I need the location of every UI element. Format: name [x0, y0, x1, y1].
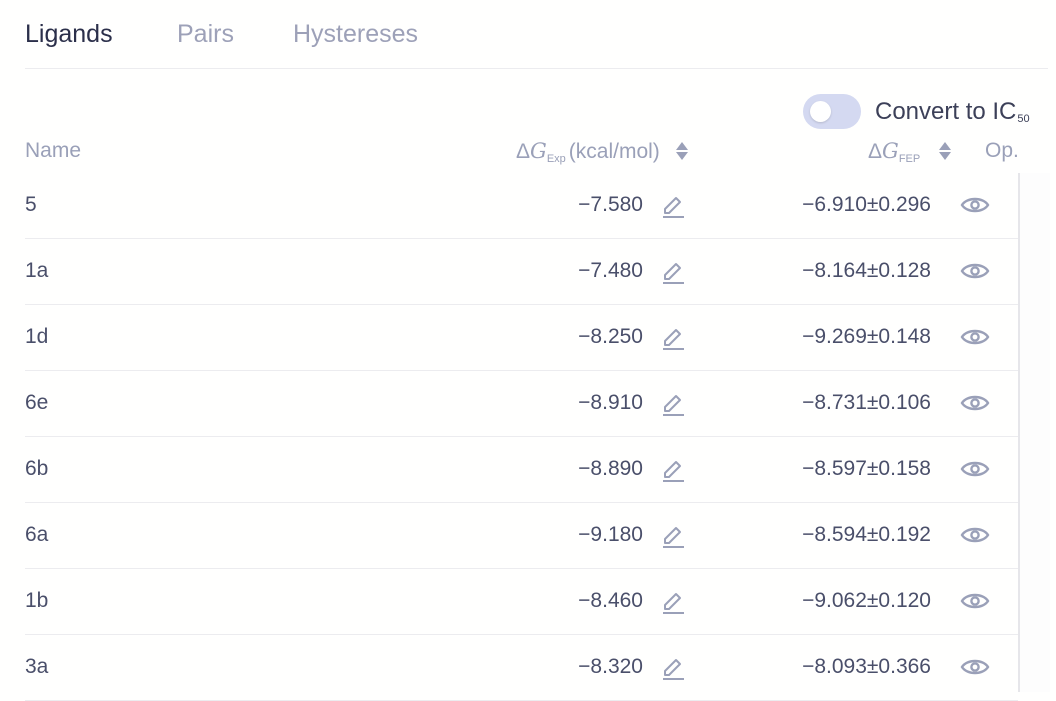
eye-icon[interactable]: [960, 195, 990, 221]
ligand-table: 5 −7.580 −6.910±0.296 1a −7.480 −8.164±0…: [25, 173, 1018, 701]
ligand-name: 1b: [25, 589, 49, 612]
fep-dg-value: −6.910±0.296: [802, 193, 931, 216]
exp-dg-value: −9.180: [578, 523, 643, 546]
column-header-exp[interactable]: ΔGExp (kcal/mol): [516, 139, 688, 165]
exp-dg-value: −8.250: [578, 325, 643, 348]
table-row: 6e −8.910 −8.731±0.106: [25, 371, 1018, 437]
ligand-name: 6b: [25, 457, 49, 480]
fep-dg-value: −8.164±0.128: [802, 259, 931, 282]
convert-ic50-control: Convert to IC50: [803, 94, 1030, 129]
tab-bar: Ligands Pairs Hystereses: [25, 0, 1048, 69]
exp-dg-value: −8.320: [578, 655, 643, 678]
column-header-name: Name: [25, 139, 82, 162]
table-row: 1a −7.480 −8.164±0.128: [25, 239, 1018, 305]
column-header-fep[interactable]: ΔGFEP: [868, 139, 952, 165]
eye-icon[interactable]: [960, 459, 990, 485]
eye-icon[interactable]: [960, 261, 990, 287]
table-scrollbar[interactable]: [1018, 173, 1050, 692]
fep-dg-value: −8.597±0.158: [802, 457, 931, 480]
exp-dg-value: −8.890: [578, 457, 643, 480]
table-header: Name ΔGExp (kcal/mol) ΔGFEP Op.: [25, 137, 1025, 169]
table-row: 1b −8.460 −9.062±0.120: [25, 569, 1018, 635]
table-row: 6b −8.890 −8.597±0.158: [25, 437, 1018, 503]
eye-icon[interactable]: [960, 591, 990, 617]
exp-dg-value: −7.480: [578, 259, 643, 282]
exp-dg-value: −7.580: [578, 193, 643, 216]
column-header-op: Op.: [985, 139, 1019, 162]
pencil-icon[interactable]: [660, 456, 686, 488]
ligand-name: 5: [25, 193, 37, 216]
tab-pairs[interactable]: Pairs: [177, 20, 234, 49]
pencil-icon[interactable]: [660, 258, 686, 290]
table-row: 6a −9.180 −8.594±0.192: [25, 503, 1018, 569]
eye-icon[interactable]: [960, 393, 990, 419]
fep-dg-value: −9.269±0.148: [802, 325, 931, 348]
ligand-name: 6e: [25, 391, 49, 414]
ligand-name: 3a: [25, 655, 49, 678]
pencil-icon[interactable]: [660, 192, 686, 224]
eye-icon[interactable]: [960, 657, 990, 683]
table-row: 1d −8.250 −9.269±0.148: [25, 305, 1018, 371]
ligand-name: 6a: [25, 523, 49, 546]
fep-dg-value: −8.093±0.366: [802, 655, 931, 678]
pencil-icon[interactable]: [660, 324, 686, 356]
sort-icon[interactable]: [675, 140, 688, 162]
ligand-name: 1a: [25, 259, 49, 282]
exp-dg-value: −8.460: [578, 589, 643, 612]
tab-hystereses[interactable]: Hystereses: [293, 20, 418, 49]
fep-dg-value: −9.062±0.120: [802, 589, 931, 612]
table-row: 3a −8.320 −8.093±0.366: [25, 635, 1018, 701]
toggle-knob: [810, 101, 831, 122]
convert-ic50-toggle[interactable]: [803, 94, 861, 129]
pencil-icon[interactable]: [660, 390, 686, 422]
eye-icon[interactable]: [960, 525, 990, 551]
tab-ligands[interactable]: Ligands: [25, 20, 113, 49]
pencil-icon[interactable]: [660, 588, 686, 620]
pencil-icon[interactable]: [660, 654, 686, 686]
eye-icon[interactable]: [960, 327, 990, 353]
fep-dg-value: −8.594±0.192: [802, 523, 931, 546]
exp-dg-value: −8.910: [578, 391, 643, 414]
convert-ic50-label: Convert to IC50: [875, 97, 1030, 125]
table-row: 5 −7.580 −6.910±0.296: [25, 173, 1018, 239]
pencil-icon[interactable]: [660, 522, 686, 554]
ligand-name: 1d: [25, 325, 49, 348]
sort-icon[interactable]: [939, 140, 952, 162]
fep-dg-value: −8.731±0.106: [802, 391, 931, 414]
